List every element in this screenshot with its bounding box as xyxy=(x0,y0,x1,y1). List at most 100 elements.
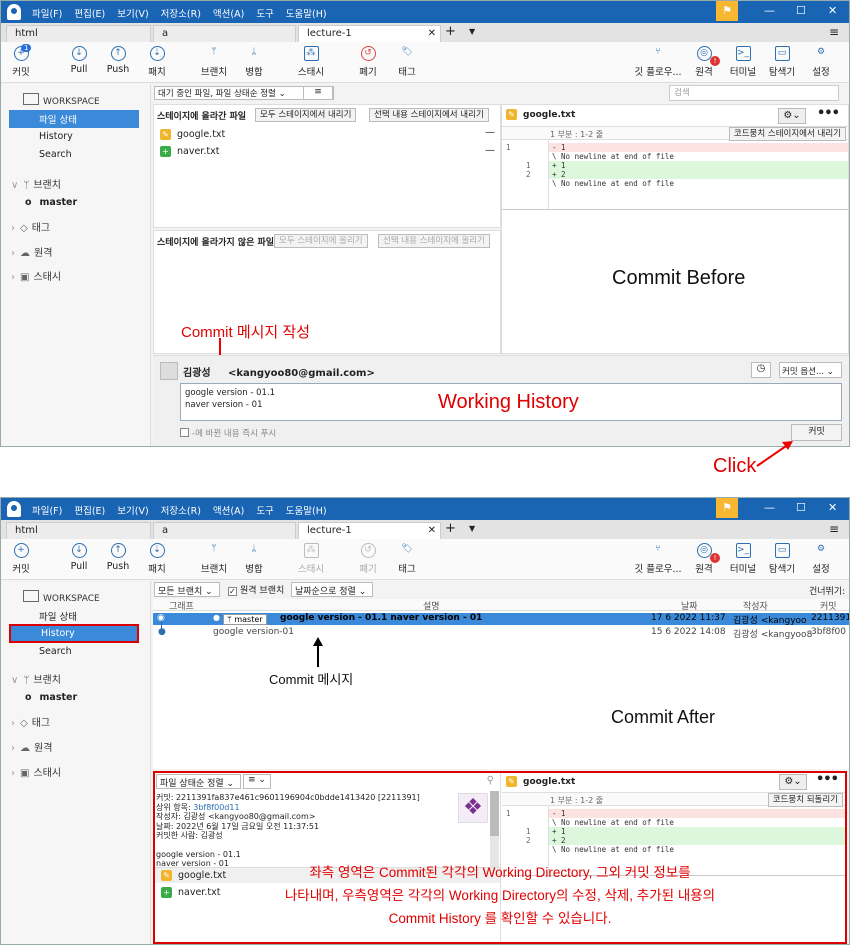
maximize-icon[interactable]: ☐ xyxy=(796,4,806,17)
search-icon[interactable]: ⚲ xyxy=(487,775,494,786)
view-options-dropdown[interactable]: ≡ xyxy=(303,86,333,100)
maximize-icon[interactable]: ☐ xyxy=(796,501,806,514)
add-tab-icon[interactable]: + xyxy=(445,521,456,536)
flag-icon[interactable]: ⚑ xyxy=(716,1,738,21)
sidebar-section-branches[interactable]: ∨ ᛘ 브랜치 xyxy=(11,671,61,686)
view-options-dropdown[interactable]: ≡ ⌄ xyxy=(243,774,271,789)
commit-button[interactable]: + 커밋 xyxy=(1,543,51,575)
menu-file[interactable]: 파일(F) xyxy=(32,503,62,517)
sidebar-item-search[interactable]: Search xyxy=(9,147,139,162)
menu-edit[interactable]: 편집(E) xyxy=(74,6,105,20)
col-description[interactable]: 설명 xyxy=(423,599,440,612)
sidebar-item-history[interactable]: History xyxy=(9,624,139,643)
menu-help[interactable]: 도움말(H) xyxy=(286,6,327,20)
sidebar-section-stashes[interactable]: › ▣ 스태시 xyxy=(11,268,61,283)
parent-hash-link[interactable]: 3bf8f00d11 xyxy=(193,803,239,812)
tab-lecture-1[interactable]: lecture-1 ✕ xyxy=(298,522,441,539)
unstage-file-icon[interactable]: — xyxy=(485,127,495,138)
tab-a[interactable]: a xyxy=(153,522,296,539)
merge-button[interactable]: ᛦ 병합 xyxy=(224,46,284,78)
sidebar-item-search[interactable]: Search xyxy=(9,644,139,659)
date-sort-dropdown[interactable]: 날짜순으로 정렬 ⌄ xyxy=(291,582,373,597)
search-input[interactable]: 검색 xyxy=(669,85,839,101)
fetch-button[interactable]: ⇣ 패치 xyxy=(127,543,187,575)
tab-html[interactable]: html xyxy=(6,25,151,42)
col-commit[interactable]: 커밋 xyxy=(820,599,837,612)
sidebar-item-history[interactable]: History xyxy=(9,129,139,144)
menu-edit[interactable]: 편집(E) xyxy=(74,503,105,517)
tab-a[interactable]: a xyxy=(153,25,296,42)
all-branches-dropdown[interactable]: 모든 브랜치 ⌄ xyxy=(154,582,220,597)
hamburger-icon[interactable]: ≡ xyxy=(829,522,839,536)
settings-button[interactable]: ⚙ 설정 xyxy=(791,543,849,575)
settings-button[interactable]: ⚙ 설정 xyxy=(791,46,849,78)
minimize-icon[interactable]: — xyxy=(764,4,775,17)
push-now-checkbox[interactable]: -에 바뀐 내용 즉시 푸시 xyxy=(180,427,276,439)
menu-file[interactable]: 파일(F) xyxy=(32,6,62,20)
more-icon[interactable]: ••• xyxy=(816,772,839,787)
unstage-hunk-button[interactable]: 코드뭉치 스테이지에서 내리기 xyxy=(728,127,846,141)
menu-actions[interactable]: 액션(A) xyxy=(213,6,244,20)
scrollbar-thumb[interactable] xyxy=(490,791,499,836)
sidebar-section-stashes[interactable]: › ▣ 스태시 xyxy=(11,764,61,779)
revert-hunk-button[interactable]: 코드뭉치 되돌리기 xyxy=(767,793,843,807)
close-icon[interactable]: ✕ xyxy=(828,4,837,17)
sidebar-item-file-status[interactable]: 파일 상태 xyxy=(9,110,139,128)
menu-view[interactable]: 보기(V) xyxy=(117,6,148,20)
stage-all-button[interactable]: 모두 스테이지에 올리기 xyxy=(274,234,368,248)
menu-help[interactable]: 도움말(H) xyxy=(286,503,327,517)
minimize-icon[interactable]: — xyxy=(764,501,775,514)
commit-options-dropdown[interactable]: 커밋 옵션... ⌄ xyxy=(779,362,842,378)
history-row[interactable]: ● google version-01 15 6 2022 14:08 김광성 … xyxy=(153,627,849,640)
tab-html[interactable]: html xyxy=(6,522,151,539)
stash-button[interactable]: ⁂ 스태시 xyxy=(281,46,341,78)
tab-close-icon[interactable]: ✕ xyxy=(428,28,436,39)
tag-button[interactable]: 🏷 태그 xyxy=(377,46,437,78)
sidebar-item-file-status[interactable]: 파일 상태 xyxy=(9,607,139,625)
file-sort-dropdown[interactable]: 파일 상태순 정렬 ⌄ xyxy=(156,774,241,789)
unstage-all-button[interactable]: 모두 스테이지에서 내리기 xyxy=(255,108,357,122)
tab-close-icon[interactable]: ✕ xyxy=(428,525,436,536)
tab-lecture-1[interactable]: lecture-1 ✕ xyxy=(298,25,441,42)
sidebar-section-branches[interactable]: ∨ ᛘ 브랜치 xyxy=(11,176,61,191)
diff-settings-button[interactable]: ⚙⌄ xyxy=(779,774,807,790)
history-row[interactable]: ◉ ● ᛘ master google version - 01.1 naver… xyxy=(153,613,849,626)
sidebar-section-remotes[interactable]: › ☁ 원격 xyxy=(11,739,52,754)
hamburger-icon[interactable]: ≡ xyxy=(829,25,839,39)
unstage-file-icon[interactable]: — xyxy=(485,145,495,156)
sidebar-item-master[interactable]: master xyxy=(39,197,78,208)
col-date[interactable]: 날짜 xyxy=(681,599,698,612)
stash-button[interactable]: ⁂ 스태시 xyxy=(281,543,341,575)
menu-repository[interactable]: 저장소(R) xyxy=(161,503,201,517)
fetch-button[interactable]: ⇣ 패치 xyxy=(127,46,187,78)
unstage-selected-button[interactable]: 선택 내용 스테이지에서 내리기 xyxy=(369,108,489,122)
menu-tools[interactable]: 도구 xyxy=(256,6,273,20)
col-graph[interactable]: 그래프 xyxy=(169,599,194,612)
show-remote-checkbox[interactable]: ✓ 원격 브랜치 xyxy=(228,583,284,596)
sidebar-section-tags[interactable]: › ◇ 태그 xyxy=(11,714,50,729)
add-tab-icon[interactable]: + xyxy=(445,24,456,39)
flag-icon[interactable]: ⚑ xyxy=(716,498,738,518)
col-author[interactable]: 작성자 xyxy=(743,599,768,612)
staged-file-naver[interactable]: + naver.txt xyxy=(160,146,219,157)
commit-button[interactable]: 커밋 xyxy=(791,424,842,441)
history-clock-button[interactable]: ◷ xyxy=(751,362,771,378)
scrollbar[interactable] xyxy=(490,791,499,867)
menu-actions[interactable]: 액션(A) xyxy=(213,503,244,517)
tab-dropdown-icon[interactable]: ▼ xyxy=(469,27,475,36)
tag-button[interactable]: 🏷 태그 xyxy=(377,543,437,575)
menu-repository[interactable]: 저장소(R) xyxy=(161,6,201,20)
more-icon[interactable]: ••• xyxy=(817,106,840,121)
sidebar-section-tags[interactable]: › ◇ 태그 xyxy=(11,219,50,234)
stage-selected-button[interactable]: 선택 내용 스테이지에 올리기 xyxy=(378,234,490,248)
staged-file-google[interactable]: ✎ google.txt xyxy=(160,129,225,140)
diff-settings-button[interactable]: ⚙⌄ xyxy=(778,108,806,124)
close-icon[interactable]: ✕ xyxy=(828,501,837,514)
merge-button[interactable]: ᛦ 병합 xyxy=(224,543,284,575)
menu-view[interactable]: 보기(V) xyxy=(117,503,148,517)
menu-tools[interactable]: 도구 xyxy=(256,503,273,517)
tab-dropdown-icon[interactable]: ▼ xyxy=(469,524,475,533)
sidebar-section-remotes[interactable]: › ☁ 원격 xyxy=(11,244,52,259)
sidebar-item-master[interactable]: master xyxy=(39,692,78,703)
commit-button[interactable]: +1 커밋 xyxy=(1,44,51,78)
